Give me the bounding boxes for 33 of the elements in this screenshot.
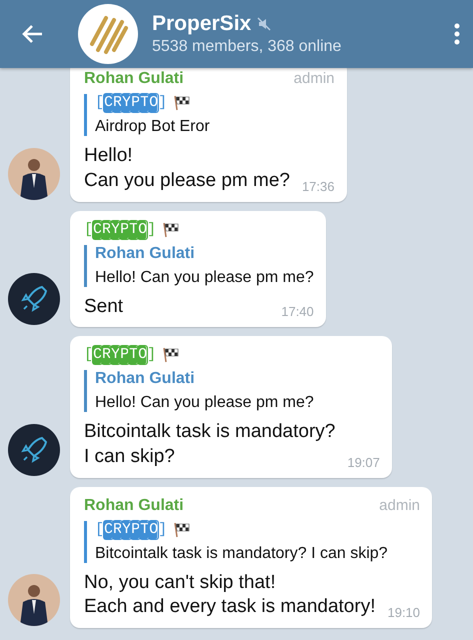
message-time: 17:36: [302, 178, 334, 194]
reply-quote[interactable]: [CRYPTO] Bitcointalk task is mandatory? I can skip?: [84, 520, 420, 563]
quoted-text: Hello! Can you please pm me?: [95, 268, 314, 287]
message-text: Sent: [84, 294, 124, 319]
message-text: No, you can't skip that! Each and every task is mandatory!: [84, 570, 376, 620]
group-title: ProperSix: [152, 12, 252, 36]
message-text: Hello! Can you please pm me?: [84, 144, 290, 193]
admin-label: admin: [294, 70, 334, 88]
avatar-rocket-icon[interactable]: [8, 424, 60, 476]
message-time: 19:07: [347, 454, 380, 470]
sender-name[interactable]: Rohan Gulati: [84, 70, 184, 88]
quoted-text: Airdrop Bot Eror: [95, 118, 211, 136]
message-time: 19:10: [387, 605, 420, 620]
sender-name[interactable]: [CRYPTO]: [95, 520, 168, 539]
avatar-person-icon[interactable]: [8, 574, 60, 626]
message-time: 17:40: [281, 304, 314, 320]
reply-quote[interactable]: Rohan Gulati Hello! Can you please pm me?: [84, 244, 314, 287]
reply-quote[interactable]: Rohan Gulati Hello! Can you please pm me?: [84, 370, 380, 412]
sender-name[interactable]: Rohan Gulati: [95, 244, 195, 263]
reply-quote[interactable]: [CRYPTO] Airdrop Bot Eror: [84, 94, 334, 136]
sender-name[interactable]: Rohan Gulati: [95, 370, 195, 388]
sender-name[interactable]: [CRYPTO]: [95, 94, 168, 112]
sender-name[interactable]: [CRYPTO]: [84, 346, 156, 364]
quoted-text: Hello! Can you please pm me?: [95, 394, 315, 412]
sender-name[interactable]: [CRYPTO]: [84, 220, 156, 239]
group-logo-icon[interactable]: [78, 4, 138, 64]
quoted-text: Bitcointalk task is mandatory? I can skip?: [95, 544, 389, 563]
more-options-icon[interactable]: [453, 22, 461, 46]
member-count: 5538 members, 368 online: [152, 38, 342, 56]
admin-label: admin: [379, 496, 420, 514]
message-text: Bitcointalk task is mandatory? I can skip?: [84, 420, 336, 469]
sender-name[interactable]: Rohan Gulati: [84, 496, 184, 515]
avatar-rocket-icon[interactable]: [8, 273, 60, 326]
